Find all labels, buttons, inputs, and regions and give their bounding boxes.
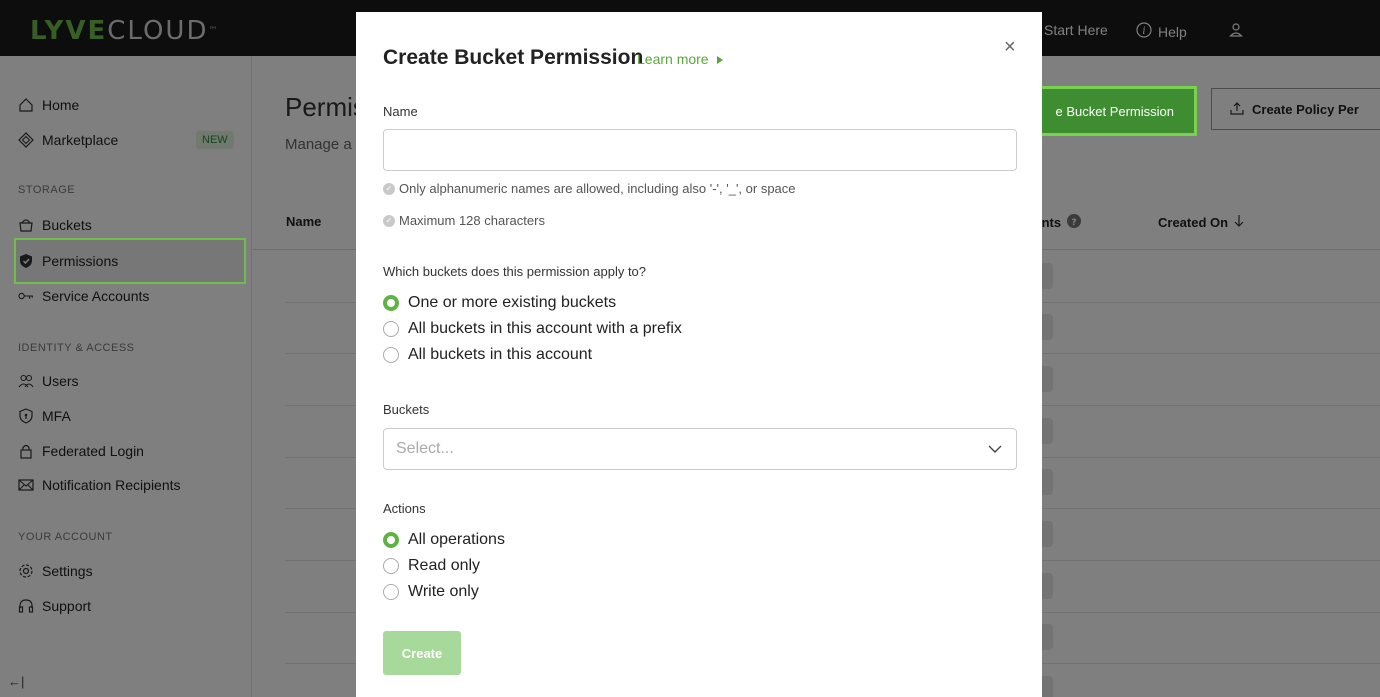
radio-selected-icon[interactable] [383, 532, 399, 548]
radio-label: Read only [408, 557, 481, 574]
radio-unselected-icon[interactable] [383, 321, 399, 337]
radio-label: All buckets in this account [408, 346, 593, 363]
learn-more-link[interactable]: Learn more [637, 51, 723, 67]
actions-field-label: Actions [383, 501, 426, 516]
radio-unselected-icon[interactable] [383, 347, 399, 363]
buckets-select[interactable]: Select... [383, 428, 1017, 470]
create-bucket-permission-button-highlight[interactable]: e Bucket Permission [1025, 86, 1197, 136]
permissions-highlight-frame [14, 238, 246, 284]
radio-all-operations[interactable]: All operations [383, 531, 505, 549]
hint-alphanumeric-text: Only alphanumeric names are allowed, inc… [399, 181, 796, 196]
name-input[interactable] [383, 129, 1017, 171]
radio-label: One or more existing buckets [408, 294, 617, 311]
radio-existing-buckets[interactable]: One or more existing buckets [383, 294, 616, 312]
create-bucket-permission-label: e Bucket Permission [1055, 103, 1175, 119]
check-circle-icon: ✓ [383, 182, 395, 195]
close-icon[interactable]: × [1004, 36, 1016, 59]
buckets-field-label: Buckets [383, 402, 430, 417]
chevron-down-icon [988, 442, 1002, 461]
buckets-select-placeholder: Select... [396, 440, 454, 457]
radio-all-buckets[interactable]: All buckets in this account [383, 346, 592, 364]
radio-label: All operations [408, 531, 505, 548]
radio-label: Write only [408, 583, 479, 600]
radio-label: All buckets in this account with a prefi… [408, 320, 682, 337]
hint-max-length: ✓ Maximum 128 characters [383, 213, 545, 228]
radio-selected-icon[interactable] [383, 295, 399, 311]
create-bucket-permission-dialog: Create Bucket Permission Learn more × Na… [356, 12, 1042, 697]
radio-buckets-with-prefix[interactable]: All buckets in this account with a prefi… [383, 320, 682, 338]
radio-unselected-icon[interactable] [383, 558, 399, 574]
learn-more-label: Learn more [637, 51, 709, 67]
caret-right-icon [716, 51, 723, 67]
radio-write-only[interactable]: Write only [383, 583, 479, 601]
create-button[interactable]: Create [383, 631, 461, 675]
name-field-label: Name [383, 104, 418, 119]
apply-question-label: Which buckets does this permission apply… [383, 264, 647, 279]
dialog-title: Create Bucket Permission [383, 46, 644, 69]
hint-alphanumeric: ✓ Only alphanumeric names are allowed, i… [383, 181, 796, 196]
hint-max-length-text: Maximum 128 characters [399, 213, 545, 228]
check-circle-icon: ✓ [383, 214, 395, 227]
radio-unselected-icon[interactable] [383, 584, 399, 600]
radio-read-only[interactable]: Read only [383, 557, 480, 575]
